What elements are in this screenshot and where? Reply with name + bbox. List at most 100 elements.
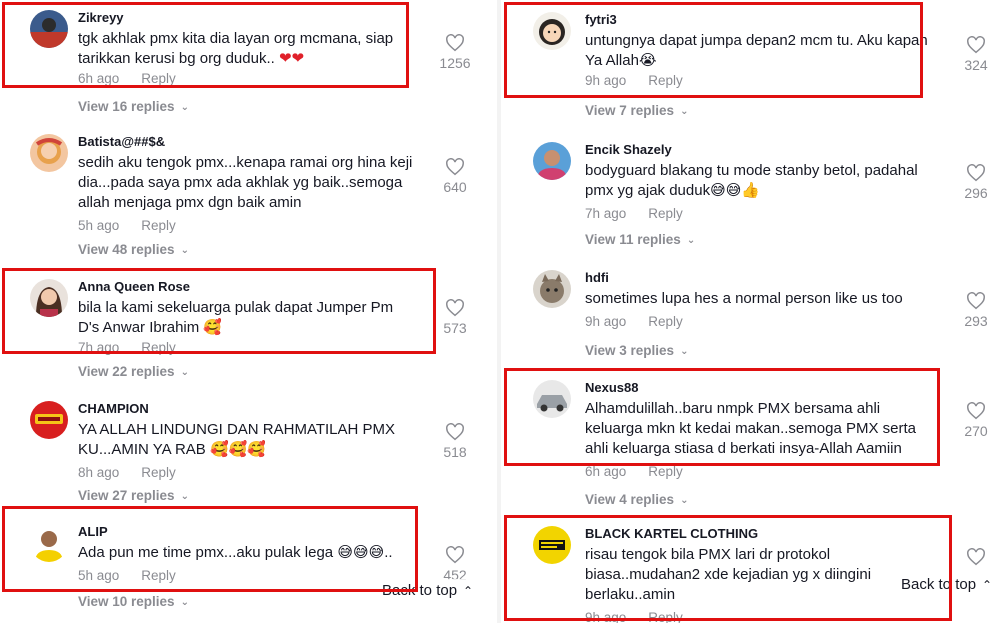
comment-username[interactable]: Anna Queen Rose xyxy=(78,279,417,295)
view-replies-button[interactable]: View 10 replies ⌄ xyxy=(78,593,189,613)
reply-button[interactable]: Reply xyxy=(141,71,176,86)
view-replies-button[interactable]: View 27 replies ⌄ xyxy=(78,487,189,507)
like-count: 296 xyxy=(964,185,988,201)
reply-button[interactable]: Reply xyxy=(648,73,683,88)
comment-meta: 9h ago Reply xyxy=(585,609,940,623)
reply-button[interactable]: Reply xyxy=(141,340,176,355)
comment-username[interactable]: Batista@##$& xyxy=(78,134,417,150)
like-button[interactable]: 324 xyxy=(956,36,996,74)
reply-button[interactable]: Reply xyxy=(141,568,176,583)
heart-outline-icon xyxy=(446,546,464,564)
like-count: 573 xyxy=(443,320,467,336)
view-replies-button[interactable]: View 16 replies ⌄ xyxy=(78,98,189,118)
heart-outline-icon xyxy=(967,548,985,566)
comment-time: 8h ago xyxy=(78,465,120,480)
view-replies-button[interactable]: View 3 replies ⌄ xyxy=(585,342,688,362)
avatar[interactable] xyxy=(30,279,68,317)
comment-body: Encik Shazely bodyguard blakang tu mode … xyxy=(585,142,940,223)
view-replies-button[interactable]: View 22 replies ⌄ xyxy=(78,363,189,383)
avatar[interactable] xyxy=(30,524,68,562)
comments-column-right: fytri3 untungnya dapat jumpa depan2 mcm … xyxy=(497,0,1000,623)
comments-column-left: Zikreyy tgk akhlak pmx kita dia layan or… xyxy=(0,0,497,623)
like-count: 518 xyxy=(443,444,467,460)
like-count: 1256 xyxy=(439,55,471,71)
reply-button[interactable]: Reply xyxy=(648,206,683,221)
avatar[interactable] xyxy=(533,270,571,308)
avatar[interactable] xyxy=(30,134,68,172)
heart-outline-icon xyxy=(446,299,464,317)
like-button[interactable]: 270 xyxy=(956,402,996,440)
like-count: 324 xyxy=(964,57,988,73)
heart-outline-icon xyxy=(967,36,985,54)
chevron-down-icon: ⌄ xyxy=(180,102,189,113)
comment-time: 7h ago xyxy=(585,206,627,221)
comment-meta: 6h ago Reply xyxy=(585,463,940,481)
avatar[interactable] xyxy=(30,10,68,48)
like-button[interactable]: 518 xyxy=(435,423,475,461)
comment-username[interactable]: Encik Shazely xyxy=(585,142,940,158)
avatar[interactable] xyxy=(533,142,571,180)
like-button[interactable]: 1256 xyxy=(435,34,475,72)
comment-body: BLACK KARTEL CLOTHING risau tengok bila … xyxy=(585,526,940,623)
view-replies-button[interactable]: View 7 replies ⌄ xyxy=(585,102,688,122)
reply-button[interactable]: Reply xyxy=(648,464,683,479)
heart-outline-icon xyxy=(446,423,464,441)
chevron-down-icon: ⌄ xyxy=(680,106,689,117)
smiling-face-with-hearts-icon: 🥰 xyxy=(203,319,223,336)
crying-face-icon: 😭 xyxy=(638,52,657,69)
comment-body: Batista@##$& sedih aku tengok pmx...kena… xyxy=(78,134,417,235)
reply-button[interactable]: Reply xyxy=(141,218,176,233)
comment-username[interactable]: CHAMPION xyxy=(78,401,417,417)
like-button[interactable]: 293 xyxy=(956,292,996,330)
comment-username[interactable]: Zikreyy xyxy=(78,10,417,26)
chevron-down-icon: ⌄ xyxy=(680,346,689,357)
like-button[interactable]: 296 xyxy=(956,164,996,202)
heart-outline-icon xyxy=(967,402,985,420)
comment-text: tgk akhlak pmx kita dia layan org mcmana… xyxy=(78,30,394,67)
heart-emoji-icon: ❤ xyxy=(291,50,305,67)
comment-body: CHAMPION YA ALLAH LINDUNGI DAN RAHMATILA… xyxy=(78,401,417,482)
chevron-down-icon: ⌄ xyxy=(180,245,189,256)
comment-time: 5h ago xyxy=(78,218,120,233)
comment-text: risau tengok bila PMX lari dr protokol b… xyxy=(585,546,872,603)
avatar[interactable] xyxy=(533,380,571,418)
like-count: 640 xyxy=(443,179,467,195)
comment-username[interactable]: BLACK KARTEL CLOTHING xyxy=(585,526,940,542)
comment-body: Nexus88 Alhamdulillah..baru nmpk PMX ber… xyxy=(585,380,940,481)
back-to-top-button[interactable]: Back to top ⌃ xyxy=(895,573,999,597)
comment-text: sometimes lupa hes a normal person like … xyxy=(585,290,903,307)
comment-time: 5h ago xyxy=(78,568,120,583)
reply-button[interactable]: Reply xyxy=(648,610,683,623)
heart-outline-icon xyxy=(967,164,985,182)
smiling-face-with-hearts-icon: 🥰🥰🥰 xyxy=(210,441,267,458)
comment-meta: 7h ago Reply xyxy=(585,205,940,223)
heart-outline-icon xyxy=(446,34,464,52)
view-replies-button[interactable]: View 48 replies ⌄ xyxy=(78,241,189,261)
avatar[interactable] xyxy=(533,12,571,50)
like-button[interactable] xyxy=(956,548,996,566)
view-replies-button[interactable]: View 11 replies ⌄ xyxy=(585,231,695,251)
avatar[interactable] xyxy=(30,401,68,439)
comment-username[interactable]: fytri3 xyxy=(585,12,940,28)
comment-meta: 7h ago Reply xyxy=(78,339,417,357)
comment-body: hdfi sometimes lupa hes a normal person … xyxy=(585,270,940,331)
comment-body: Anna Queen Rose bila la kami sekeluarga … xyxy=(78,279,417,357)
comment-username[interactable]: ALIP xyxy=(78,524,417,540)
comment-text: Ada pun me time pmx...aku pulak lega 😅😅😅… xyxy=(78,544,393,561)
comment-text: YA ALLAH LINDUNGI DAN RAHMATILAH PMX KU.… xyxy=(78,421,396,458)
reply-button[interactable]: Reply xyxy=(648,314,683,329)
comment-username[interactable]: Nexus88 xyxy=(585,380,940,396)
back-to-top-button[interactable]: Back to top ⌃ xyxy=(376,579,480,603)
like-button[interactable]: 573 xyxy=(435,299,475,337)
double-chevron-up-icon: ⌃ xyxy=(982,578,993,592)
reply-button[interactable]: Reply xyxy=(141,465,176,480)
like-button[interactable]: 640 xyxy=(435,158,475,196)
heart-outline-icon xyxy=(446,158,464,176)
heart-emoji-icon: ❤ xyxy=(278,50,292,67)
view-replies-button[interactable]: View 4 replies ⌄ xyxy=(585,491,688,511)
comment-text: bila la kami sekeluarga pulak dapat Jump… xyxy=(78,299,394,336)
chevron-down-icon: ⌄ xyxy=(180,597,189,608)
comment-username[interactable]: hdfi xyxy=(585,270,940,286)
comment-meta: 6h ago Reply xyxy=(78,70,417,88)
avatar[interactable] xyxy=(533,526,571,564)
